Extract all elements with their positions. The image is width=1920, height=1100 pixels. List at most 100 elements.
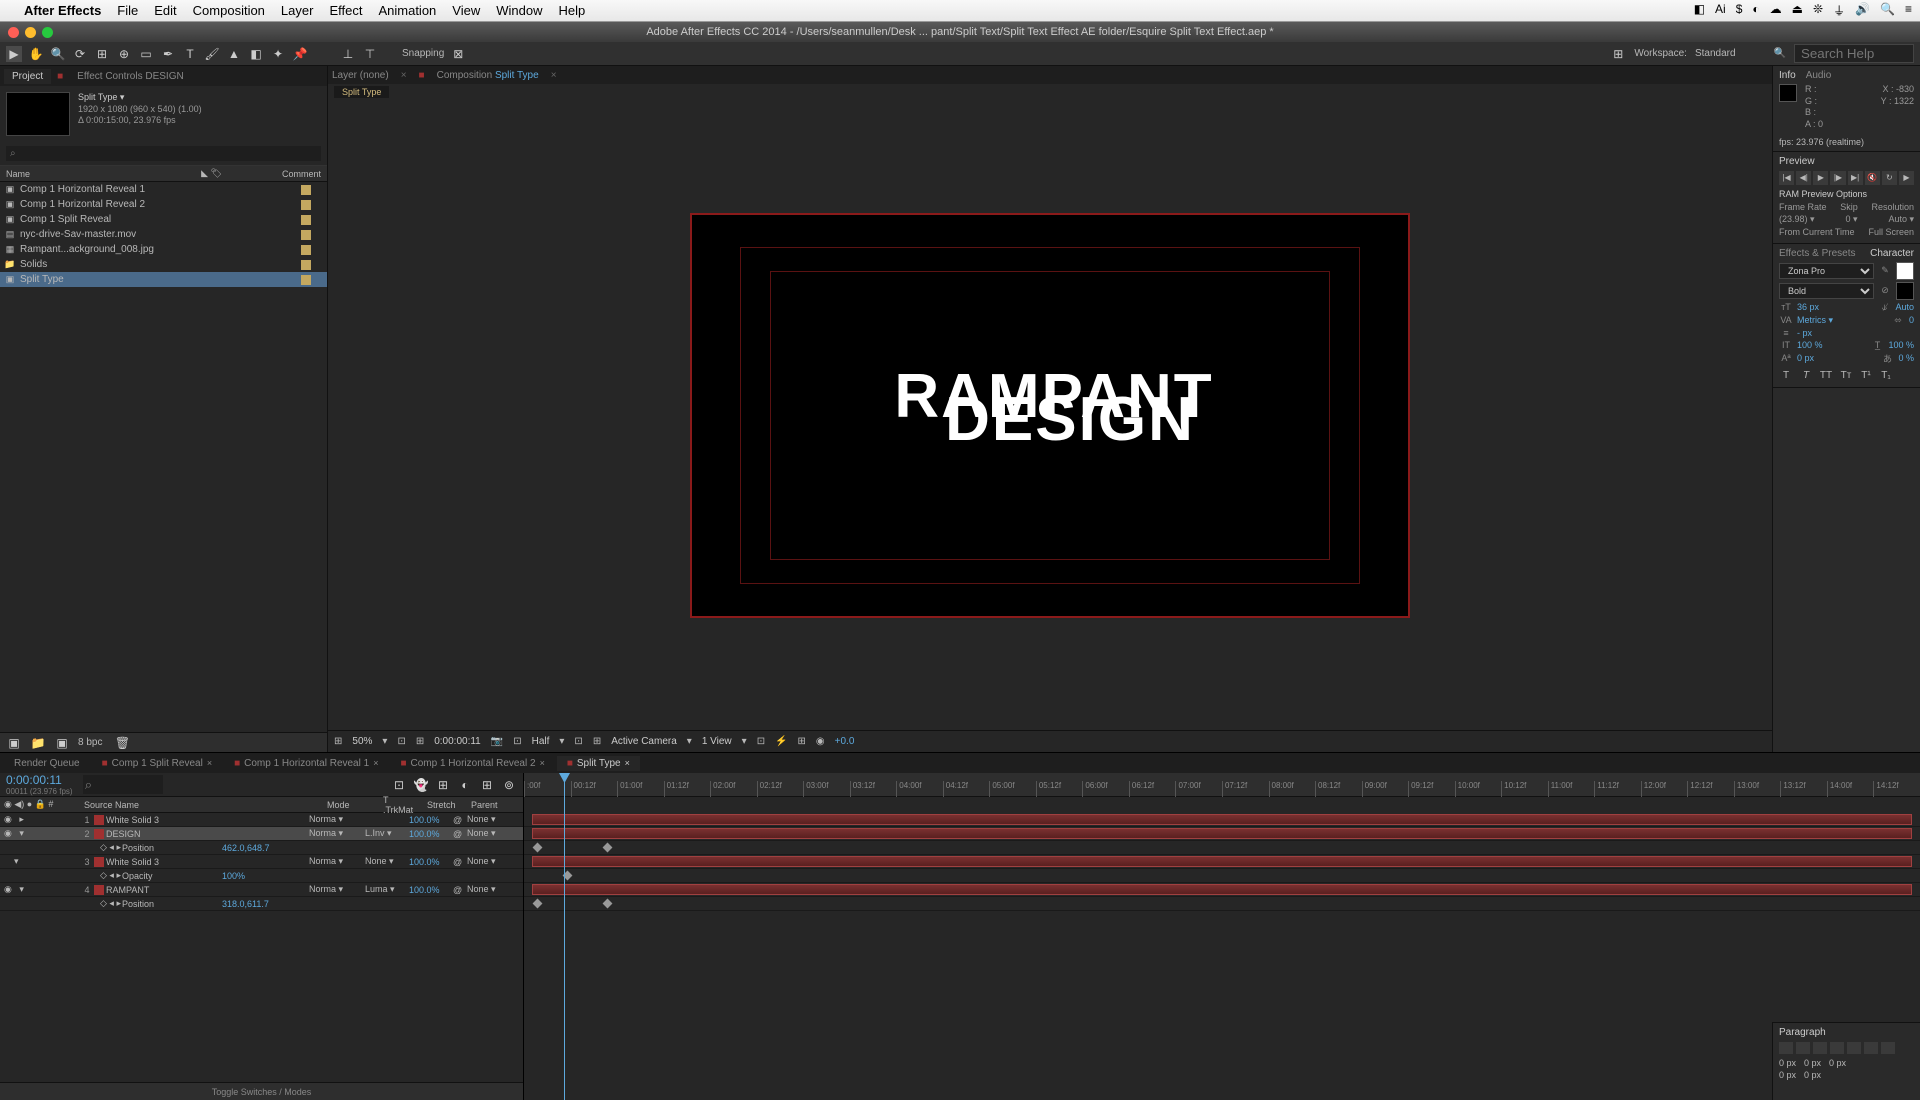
layer-bar[interactable] bbox=[532, 884, 1912, 895]
layer-property[interactable]: ◇ ◂ ▸Position462.0,648.7 bbox=[0, 841, 523, 855]
frame-blend-icon[interactable]: ⊞ bbox=[435, 777, 451, 793]
project-item[interactable]: 📁Solids bbox=[0, 257, 327, 272]
selection-tool-icon[interactable]: ▶ bbox=[6, 46, 22, 62]
layer-property[interactable]: ◇ ◂ ▸Position318.0,611.7 bbox=[0, 897, 523, 911]
graph-icon[interactable]: ⊞ bbox=[479, 777, 495, 793]
search-help-input[interactable] bbox=[1794, 44, 1914, 63]
world-axis-icon[interactable]: ⊤ bbox=[362, 46, 378, 62]
tab-render-queue[interactable]: Render Queue bbox=[4, 756, 90, 771]
menu-file[interactable]: File bbox=[117, 3, 138, 18]
loop-icon[interactable]: ↻ bbox=[1882, 171, 1897, 185]
menu-effect[interactable]: Effect bbox=[329, 3, 362, 18]
baseline[interactable]: 0 px bbox=[1797, 353, 1814, 363]
pixel-aspect-icon[interactable]: ⊡ bbox=[757, 736, 765, 747]
keyframe-icon[interactable] bbox=[603, 843, 613, 853]
menu-edit[interactable]: Edit bbox=[154, 3, 176, 18]
font-family-select[interactable]: Zona Pro bbox=[1779, 263, 1874, 279]
stroke-color[interactable] bbox=[1896, 282, 1914, 300]
tab-info[interactable]: Info bbox=[1779, 70, 1796, 81]
v-scale[interactable]: 100 % bbox=[1797, 340, 1823, 350]
workspace-select[interactable]: Standard bbox=[1695, 48, 1736, 59]
status-icon[interactable]: Ai bbox=[1715, 2, 1726, 19]
eyedropper-icon[interactable]: ✎ bbox=[1878, 265, 1892, 276]
bpc-toggle[interactable]: 8 bpc bbox=[78, 737, 102, 748]
hand-tool-icon[interactable]: ✋ bbox=[28, 46, 44, 62]
full-screen-checkbox[interactable]: Full Screen bbox=[1868, 227, 1914, 237]
ruler-icon[interactable]: ⊡ bbox=[397, 736, 405, 747]
menu-help[interactable]: Help bbox=[558, 3, 585, 18]
keyframe-icon[interactable] bbox=[603, 899, 613, 909]
play-icon[interactable]: ▶ bbox=[1813, 171, 1828, 185]
tab-layer[interactable]: Layer (none) bbox=[332, 70, 389, 81]
faux-italic[interactable]: T bbox=[1799, 369, 1813, 383]
new-comp-icon[interactable]: ▣ bbox=[54, 735, 70, 751]
pan-behind-tool-icon[interactable]: ⊕ bbox=[116, 46, 132, 62]
tab-effect-controls[interactable]: Effect Controls DESIGN bbox=[69, 69, 192, 84]
status-icon[interactable]: ◧ bbox=[1694, 2, 1705, 19]
project-item[interactable]: ▣Split Type bbox=[0, 272, 327, 287]
tab-preview[interactable]: Preview bbox=[1779, 156, 1815, 167]
track-area[interactable] bbox=[524, 813, 1920, 911]
design-text[interactable]: DESIGN bbox=[910, 395, 1229, 446]
type-tool-icon[interactable]: T bbox=[182, 46, 198, 62]
flowchart-icon[interactable]: ◉ bbox=[816, 736, 825, 747]
skip-select[interactable]: 0 ▾ bbox=[1845, 214, 1857, 225]
timeline-icon[interactable]: ⊞ bbox=[798, 736, 806, 747]
align-right-icon[interactable] bbox=[1813, 1042, 1827, 1054]
indent-first[interactable]: 0 px bbox=[1804, 1058, 1821, 1068]
tab-composition[interactable]: Composition Split Type bbox=[437, 70, 539, 81]
project-item[interactable]: ▣Comp 1 Split Reveal bbox=[0, 212, 327, 227]
project-item[interactable]: ▣Comp 1 Horizontal Reveal 2 bbox=[0, 197, 327, 212]
project-search-input[interactable] bbox=[6, 146, 321, 161]
status-icon[interactable]: ◐ bbox=[1752, 2, 1759, 19]
canvas[interactable]: RAMPANT DESIGN bbox=[690, 213, 1410, 618]
next-frame-icon[interactable]: |▶ bbox=[1830, 171, 1845, 185]
resolution-select[interactable]: Auto ▾ bbox=[1888, 214, 1914, 225]
flowchart-icon[interactable]: ⊞ bbox=[334, 736, 342, 747]
comp-thumbnail[interactable] bbox=[6, 92, 70, 136]
app-name[interactable]: After Effects bbox=[24, 3, 101, 18]
channel-icon[interactable]: ⊡ bbox=[513, 736, 521, 747]
shape-tool-icon[interactable]: ▭ bbox=[138, 46, 154, 62]
from-current-checkbox[interactable]: From Current Time bbox=[1779, 227, 1855, 237]
status-icon[interactable]: ⏏ bbox=[1792, 2, 1803, 19]
fast-preview-icon[interactable]: ⚡ bbox=[775, 736, 787, 747]
col-comment[interactable]: Comment bbox=[282, 169, 321, 179]
mute-icon[interactable]: 🔇 bbox=[1865, 171, 1880, 185]
wifi-icon[interactable]: ⏚ bbox=[1833, 2, 1845, 19]
stroke-width[interactable]: - px bbox=[1797, 328, 1812, 338]
menu-animation[interactable]: Animation bbox=[378, 3, 436, 18]
h-scale[interactable]: 100 % bbox=[1888, 340, 1914, 350]
menu-view[interactable]: View bbox=[452, 3, 480, 18]
align-left-icon[interactable] bbox=[1779, 1042, 1793, 1054]
tab-project[interactable]: Project bbox=[4, 69, 51, 84]
magnification[interactable]: 50% bbox=[352, 736, 372, 747]
subscript[interactable]: T₁ bbox=[1879, 369, 1893, 383]
project-item[interactable]: ▦Rampant...ackground_008.jpg bbox=[0, 242, 327, 257]
layer-row[interactable]: ◉ ▾2 DESIGN Norma ▾ L.Inv ▾ 100.0% @None… bbox=[0, 827, 523, 841]
tab-effects-presets[interactable]: Effects & Presets bbox=[1779, 248, 1856, 259]
layer-bar[interactable] bbox=[532, 814, 1912, 825]
spotlight-icon[interactable]: 🔍 bbox=[1880, 2, 1895, 19]
font-size[interactable]: 36 px bbox=[1797, 302, 1819, 312]
menu-icon[interactable]: ≡ bbox=[1905, 2, 1912, 19]
leading[interactable]: Auto bbox=[1895, 302, 1914, 312]
layer-bar[interactable] bbox=[532, 828, 1912, 839]
exposure[interactable]: +0.0 bbox=[835, 736, 855, 747]
active-camera[interactable]: Active Camera bbox=[611, 736, 677, 747]
last-frame-icon[interactable]: ▶| bbox=[1848, 171, 1863, 185]
playhead[interactable] bbox=[564, 773, 565, 1100]
superscript[interactable]: T¹ bbox=[1859, 369, 1873, 383]
frame-rate-select[interactable]: (23.98) ▾ bbox=[1779, 214, 1815, 225]
composition-viewer[interactable]: RAMPANT DESIGN bbox=[328, 100, 1772, 730]
volume-icon[interactable]: 🔊 bbox=[1855, 2, 1870, 19]
eraser-tool-icon[interactable]: ◧ bbox=[248, 46, 264, 62]
project-item[interactable]: ▣Comp 1 Horizontal Reveal 1 bbox=[0, 182, 327, 197]
space-after[interactable]: 0 px bbox=[1804, 1070, 1821, 1080]
layer-row[interactable]: ◉ ▾4 RAMPANT Norma ▾ Luma ▾ 100.0% @None… bbox=[0, 883, 523, 897]
shy-icon[interactable]: 👻 bbox=[413, 777, 429, 793]
snap-icon[interactable]: ⊠ bbox=[450, 46, 466, 62]
layer-property[interactable]: ◇ ◂ ▸Opacity100% bbox=[0, 869, 523, 883]
tab-audio[interactable]: Audio bbox=[1806, 70, 1832, 81]
timeline-tab[interactable]: ■Comp 1 Horizontal Reveal 2× bbox=[390, 756, 554, 771]
